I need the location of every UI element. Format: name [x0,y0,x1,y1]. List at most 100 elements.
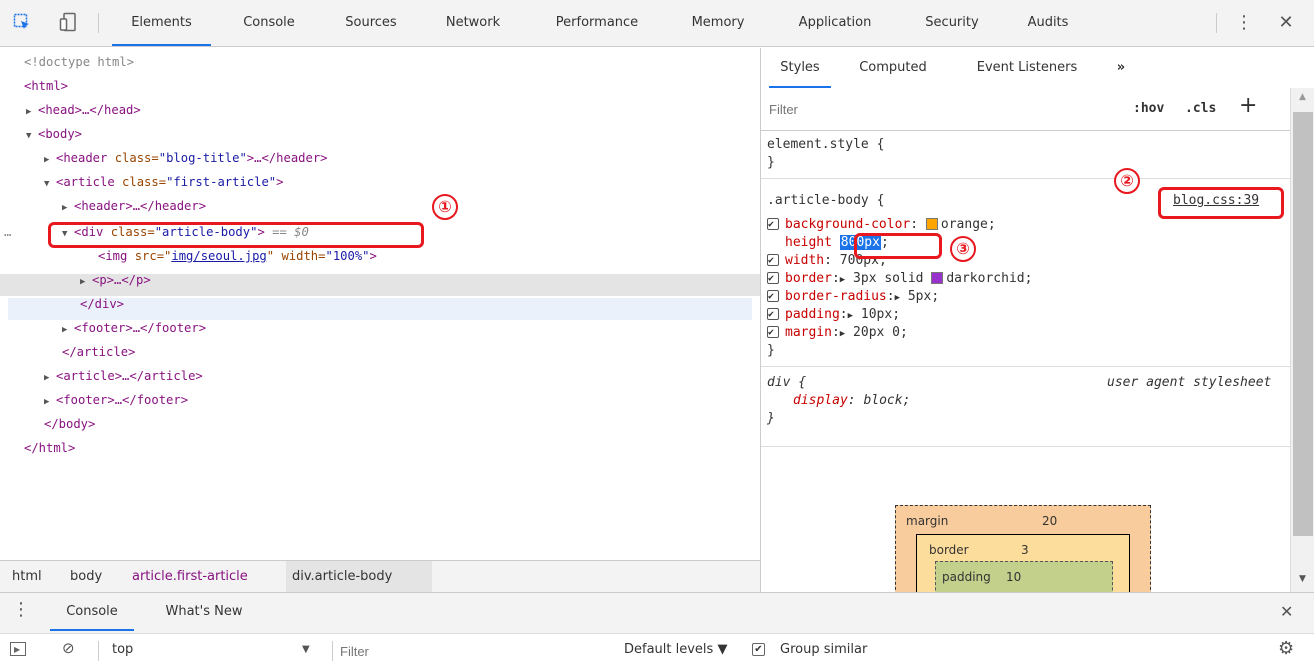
sidebar-toggle-icon[interactable]: ▶ [10,642,26,656]
p-node[interactable]: ▶ <p>…</p> [80,268,151,292]
group-similar-checkbox[interactable]: ✔ [752,643,765,656]
device-toolbar-icon[interactable] [56,10,80,34]
expand-triangle-icon[interactable]: ▶ [848,311,853,321]
property-checkbox[interactable] [767,270,779,288]
tab-sources[interactable]: Sources [326,0,416,46]
dom-tree-panel: <!doctype html> <html> ▶ <head>…</head> ▼… [0,48,760,560]
collapse-triangle-icon[interactable]: ▼ [44,172,56,196]
color-swatch[interactable] [931,272,944,284]
inspect-element-icon[interactable] [10,10,34,34]
more-tabs-icon[interactable]: » [1109,48,1133,88]
console-filter-input[interactable] [340,639,590,663]
expand-triangle-icon[interactable]: ▶ [840,275,845,285]
tab-memory[interactable]: Memory [672,0,764,46]
breadcrumb-html[interactable]: html [6,561,48,592]
hov-toggle[interactable]: :hov [1133,101,1164,116]
settings-gear-icon[interactable]: ⚙ [1278,638,1294,659]
breadcrumb-article[interactable]: article.first-article [126,561,254,592]
expand-triangle-icon[interactable]: ▶ [44,148,56,172]
tab-audits[interactable]: Audits [1008,0,1088,46]
property-checkbox[interactable] [767,324,779,342]
prop-margin[interactable]: margin:▶ 20px 0; [767,324,908,343]
inner-header-node[interactable]: ▶ <header>…</header> [62,194,206,218]
prop-border-radius[interactable]: border-radius:▶ 5px; [767,288,939,307]
tab-application[interactable]: Application [775,0,895,46]
property-checkbox[interactable] [767,306,779,324]
ellipsis-menu-icon[interactable]: … [4,220,11,244]
context-dropdown-icon[interactable]: ▼ [302,644,310,655]
expand-triangle-icon[interactable]: ▶ [44,366,56,390]
drawer-close-icon[interactable]: ✕ [1280,602,1293,621]
expand-triangle-icon[interactable]: ▶ [895,293,900,303]
img-src-link[interactable]: img/seoul.jpg [171,249,266,263]
footer-node[interactable]: ▶ <footer>…</footer> [44,388,188,412]
breadcrumb-div[interactable]: div.article-body [286,561,432,592]
prop-padding[interactable]: padding:▶ 10px; [767,306,900,325]
header-blog-title-node[interactable]: ▶ <header class="blog-title">…</header> [44,146,328,170]
ua-selector[interactable]: div { [767,374,806,392]
article-body-selector[interactable]: .article-body { [767,192,884,210]
tab-console[interactable]: Console [222,0,316,46]
drawer-menu-icon[interactable]: ⋮ [12,599,30,620]
expand-triangle-icon[interactable]: ▶ [840,329,845,339]
box-model-margin: margin 20 border 3 padding 10 [895,505,1151,601]
property-checkbox[interactable] [767,288,779,306]
scroll-up-arrow-icon[interactable]: ▲ [1299,92,1306,102]
context-selector[interactable]: top [112,642,133,657]
prop-background-color[interactable]: background-color: orange; [767,216,996,234]
drawer-tab-console[interactable]: Console [50,593,134,631]
kebab-menu-icon[interactable]: ⋮ [1232,10,1256,34]
tab-performance[interactable]: Performance [532,0,662,46]
prop-border[interactable]: border:▶ 3px solid darkorchid; [767,270,1032,289]
cls-toggle[interactable]: .cls [1185,101,1216,116]
close-icon[interactable]: ✕ [1274,10,1298,34]
annotation-number-1: ① [432,194,458,220]
expand-triangle-icon[interactable]: ▶ [26,100,38,124]
new-rule-plus-icon[interactable]: + [1239,93,1257,118]
footer-inner-node[interactable]: ▶ <footer>…</footer> [62,316,206,340]
scrollbar-thumb[interactable] [1293,112,1313,536]
devtools-toolbar: Elements Console Sources Network Perform… [0,0,1314,47]
article-close-node[interactable]: </article> [62,340,135,364]
ua-prop-display[interactable]: display: block; [793,392,910,410]
styles-filter-input[interactable] [765,95,1119,123]
expand-triangle-icon[interactable]: ▶ [80,270,92,294]
color-swatch[interactable] [925,218,938,230]
console-drawer: ⋮ Console What's New ✕ ▶ ⊘ top ▼ Default… [0,592,1314,667]
element-style-selector[interactable]: element.style { [767,136,884,154]
annotation-box-1 [48,222,424,248]
div-close-node[interactable]: </div> [80,292,124,316]
expand-triangle-icon[interactable]: ▶ [44,390,56,414]
article-first-node[interactable]: ▼ <article class="first-article"> [44,170,283,194]
article-second-node[interactable]: ▶ <article>…</article> [44,364,203,388]
default-levels-dropdown[interactable]: Default levels ▼ [624,642,727,657]
annotation-box-3 [854,233,942,259]
html-node[interactable]: <html> [24,74,68,98]
tab-computed[interactable]: Computed [841,48,945,88]
styles-scrollbar[interactable]: ▲ ▼ [1290,88,1314,592]
tab-styles[interactable]: Styles [769,48,831,88]
ua-close: } [767,411,775,426]
expand-triangle-icon[interactable]: ▶ [62,196,74,220]
property-checkbox[interactable] [767,252,779,270]
breadcrumb-body[interactable]: body [64,561,108,592]
element-style-close: } [767,155,775,170]
tab-security[interactable]: Security [905,0,999,46]
doctype-node[interactable]: <!doctype html> [24,50,134,74]
property-checkbox[interactable] [767,216,779,234]
html-close-node[interactable]: </html> [24,436,75,460]
tab-network[interactable]: Network [426,0,520,46]
body-node[interactable]: ▼ <body> [26,122,82,146]
head-node[interactable]: ▶ <head>…</head> [26,98,141,122]
scroll-down-arrow-icon[interactable]: ▼ [1299,574,1306,584]
expand-triangle-icon[interactable]: ▶ [62,318,74,342]
group-similar-label: Group similar [780,642,868,657]
collapse-triangle-icon[interactable]: ▼ [26,124,38,148]
article-body-close: } [767,343,775,358]
box-model-border: border 3 padding 10 [916,534,1130,601]
drawer-tab-whats-new[interactable]: What's New [146,593,262,631]
body-close-node[interactable]: </body> [44,412,95,436]
clear-console-icon[interactable]: ⊘ [62,639,75,657]
tab-elements[interactable]: Elements [112,0,211,46]
tab-event-listeners[interactable]: Event Listeners [957,48,1097,88]
